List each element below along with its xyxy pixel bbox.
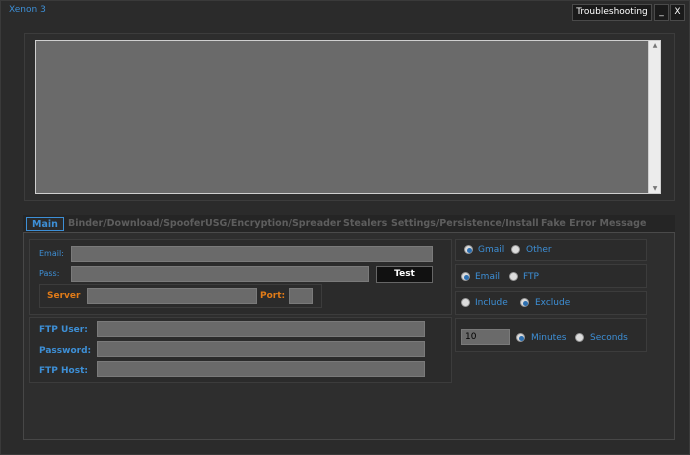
- tab-usg-encryption-spreader[interactable]: USG/Encryption/Spreader: [205, 218, 341, 229]
- ftp-host-field[interactable]: [97, 361, 425, 377]
- gmail-label: Gmail: [478, 245, 505, 255]
- other-radio[interactable]: [511, 245, 520, 254]
- scroll-up-icon[interactable]: ▲: [649, 42, 661, 49]
- ftp-user-label: FTP User:: [39, 325, 88, 335]
- ftp-radio[interactable]: [509, 272, 518, 281]
- exclude-label: Exclude: [535, 298, 571, 308]
- test-button[interactable]: Test: [376, 266, 433, 283]
- window-title: Xenon 3: [9, 5, 46, 15]
- exclude-radio[interactable]: [520, 298, 529, 307]
- log-scrollbar[interactable]: ▲ ▼: [648, 41, 660, 193]
- port-field[interactable]: [289, 288, 313, 304]
- password-label: Password:: [39, 346, 92, 356]
- troubleshooting-button[interactable]: Troubleshooting: [572, 4, 652, 21]
- email-label: Email:: [39, 249, 64, 258]
- email-field[interactable]: [71, 246, 433, 262]
- email-option-label: Email: [475, 272, 500, 282]
- gmail-radio[interactable]: [464, 245, 473, 254]
- seconds-label: Seconds: [590, 333, 628, 343]
- close-button[interactable]: X: [670, 4, 685, 21]
- log-textarea[interactable]: [35, 40, 661, 194]
- minutes-radio[interactable]: [516, 333, 525, 342]
- server-field[interactable]: [87, 288, 257, 304]
- pass-field[interactable]: [71, 266, 369, 282]
- scroll-down-icon[interactable]: ▼: [649, 185, 661, 192]
- tab-stealers[interactable]: Stealers: [343, 218, 387, 229]
- minutes-label: Minutes: [531, 333, 567, 343]
- seconds-radio[interactable]: [575, 333, 584, 342]
- ftp-password-field[interactable]: [97, 341, 425, 357]
- ftp-user-field[interactable]: [97, 321, 425, 337]
- ftp-host-label: FTP Host:: [39, 366, 88, 376]
- tab-binder-download-spoofer[interactable]: Binder/Download/Spoofer: [68, 218, 205, 229]
- include-label: Include: [475, 298, 508, 308]
- include-radio[interactable]: [461, 298, 470, 307]
- email-radio[interactable]: [461, 272, 470, 281]
- minimize-button[interactable]: _: [654, 4, 669, 21]
- pass-label: Pass:: [39, 269, 60, 278]
- tab-fake-error-message[interactable]: Fake Error Message: [541, 218, 646, 229]
- tab-settings-persistence-install[interactable]: Settings/Persistence/Install: [391, 218, 539, 229]
- other-label: Other: [526, 245, 552, 255]
- ftp-option-label: FTP: [523, 272, 539, 282]
- interval-input[interactable]: 10: [461, 329, 510, 345]
- server-label: Server: [47, 291, 81, 301]
- port-label: Port:: [260, 291, 286, 301]
- tab-main[interactable]: Main: [26, 217, 64, 231]
